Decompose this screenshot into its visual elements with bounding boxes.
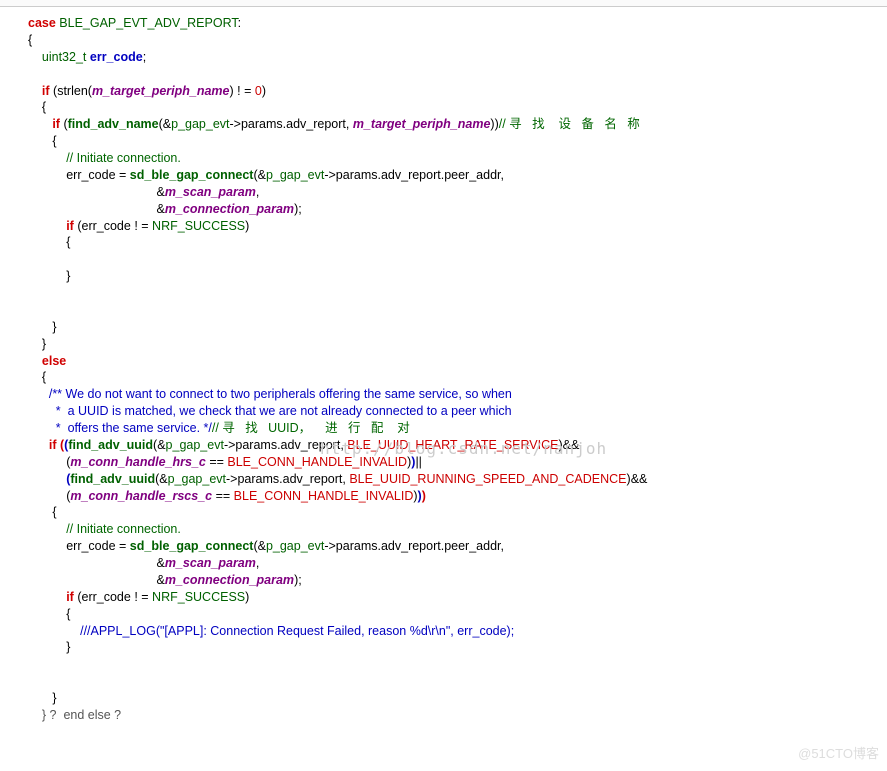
keyword-if: if (42, 84, 50, 98)
const-conn-invalid-1: BLE_CONN_HANDLE_INVALID (227, 455, 407, 469)
var-hrs-handle: m_conn_handle_hrs_c (70, 455, 205, 469)
comment-appl-log: ///APPL_LOG("[APPL]: Connection Request … (80, 624, 514, 638)
editor-tabstrip (0, 0, 887, 7)
keyword-case: case (28, 16, 56, 30)
code-block: case BLE_GAP_EVT_ADV_REPORT: { uint32_t … (0, 7, 887, 724)
comment-search-name: // 寻 找 设 备 名 称 (499, 117, 640, 131)
end-else-comment: } ? end else ? (42, 708, 121, 722)
const-uuid-rscs: BLE_UUID_RUNNING_SPEED_AND_CADENCE (349, 472, 626, 486)
const-nrf-success: NRF_SUCCESS (152, 219, 245, 233)
var-rscs-handle: m_conn_handle_rscs_c (70, 489, 212, 503)
comment-uuid: // 寻 找 UUID， 进 行 配 对 (212, 421, 410, 435)
keyword-else: else (42, 354, 66, 368)
fn-find-adv-uuid-1: find_adv_uuid (68, 438, 153, 452)
fn-sd-connect: sd_ble_gap_connect (130, 168, 254, 182)
const-uuid-hrs: BLE_UUID_HEART_RATE_SERVICE (347, 438, 558, 452)
fn-find-adv-uuid-2: find_adv_uuid (70, 472, 155, 486)
block-comment-line1: /** We do not want to connect to two per… (49, 387, 512, 401)
fn-strlen: strlen (57, 84, 88, 98)
comment-initiate-1: // Initiate connection. (66, 151, 181, 165)
block-comment-line3: * offers the same service. */ (52, 421, 212, 435)
comment-initiate-2: // Initiate connection. (66, 522, 181, 536)
watermark-51cto: @51CTO博客 (798, 745, 879, 763)
fn-find-adv-name: find_adv_name (68, 117, 159, 131)
const-conn-invalid-2: BLE_CONN_HANDLE_INVALID (234, 489, 414, 503)
block-comment-line2: * a UUID is matched, we check that we ar… (52, 404, 511, 418)
case-constant: BLE_GAP_EVT_ADV_REPORT (59, 16, 237, 30)
var-target-name: m_target_periph_name (92, 84, 230, 98)
var-err-code: err_code (90, 50, 143, 64)
type-uint32: uint32_t (42, 50, 86, 64)
